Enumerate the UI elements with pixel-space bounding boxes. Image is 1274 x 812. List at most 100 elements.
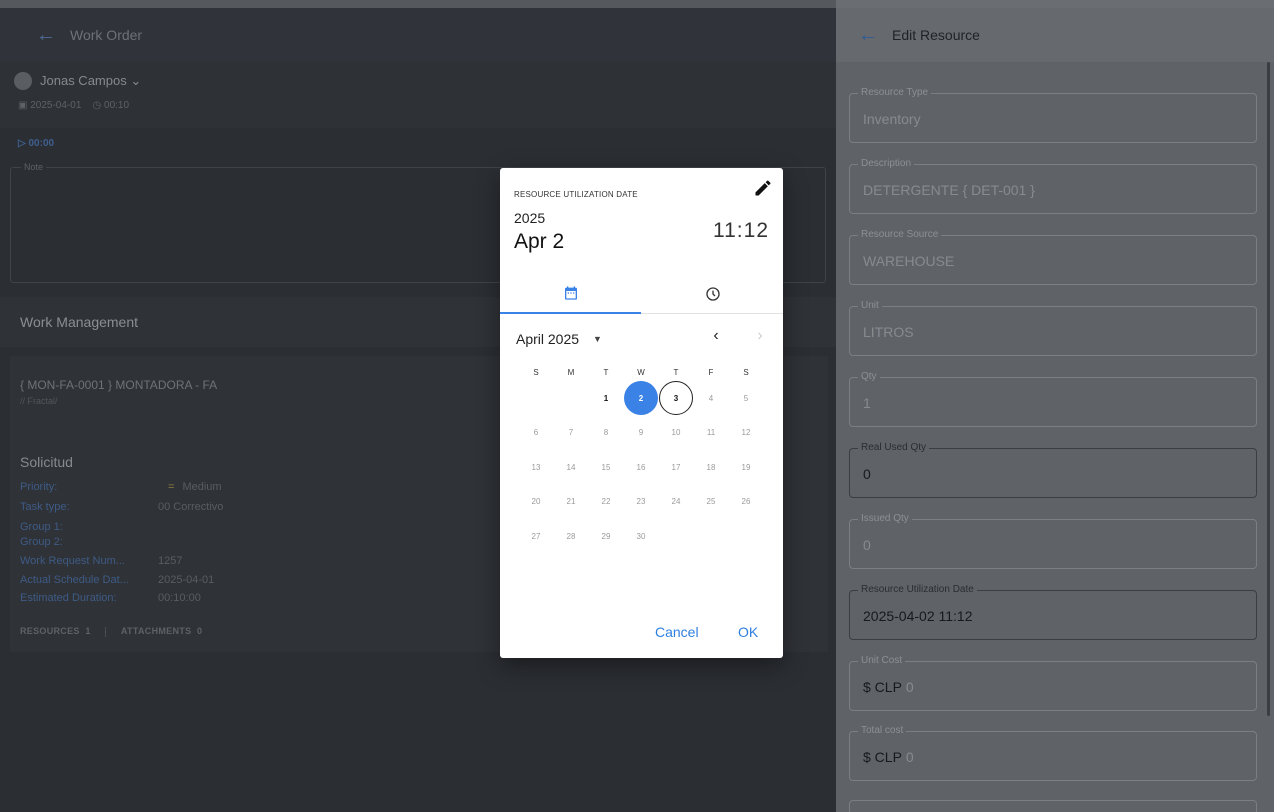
field-value: 00:10:00 <box>158 592 201 604</box>
calendar-day[interactable]: 12 <box>729 416 763 450</box>
calendar-day[interactable]: 10 <box>659 416 693 450</box>
unit-field[interactable]: Unit LITROS <box>849 300 1257 356</box>
next-month-button[interactable]: › <box>750 327 770 349</box>
field-group-2: Group 2: <box>20 536 158 548</box>
calendar-day[interactable]: 3 <box>659 381 693 415</box>
calendar-day[interactable]: 30 <box>624 519 658 553</box>
card-tabs: RESOURCES 1 ATTACHMENTS 0 <box>20 626 202 637</box>
previous-month-button[interactable]: ‹ <box>706 327 726 349</box>
tab-attachments[interactable]: ATTACHMENTS 0 <box>121 626 202 636</box>
back-arrow-icon[interactable]: ← <box>858 24 878 47</box>
calendar-day[interactable]: 25 <box>694 485 728 519</box>
total-cost-field[interactable]: Total cost $ CLP 0 <box>849 725 1257 781</box>
calendar-day[interactable]: 16 <box>624 450 658 484</box>
field-label: Issued Qty <box>858 513 912 524</box>
calendar-day[interactable]: 2 <box>624 381 658 415</box>
real-used-qty-field[interactable]: Real Used Qty 0 <box>849 442 1257 498</box>
field-task-type: Task type: 00 Correctivo <box>20 501 223 513</box>
field-label: Resource Source <box>858 229 942 240</box>
calendar-day[interactable]: 19 <box>729 450 763 484</box>
amount: 0 <box>905 749 914 765</box>
field-request-number: Work Request Num... 1257 <box>20 555 182 567</box>
calendar-day[interactable]: 17 <box>659 450 693 484</box>
date-time-picker-dialog: RESOURCE UTILIZATION DATE 2025 Apr 2 11:… <box>500 168 783 658</box>
calendar-day[interactable]: 21 <box>554 485 588 519</box>
selected-time[interactable]: 11:12 <box>713 219 769 243</box>
calendar-day[interactable]: 14 <box>554 450 588 484</box>
field-value: 2025-04-01 <box>158 574 215 586</box>
field-value: WAREHOUSE <box>863 253 955 269</box>
calendar-day[interactable]: 1 <box>589 381 623 415</box>
description-field[interactable]: Description DETERGENTE { DET-001 } <box>849 158 1257 214</box>
work-order-title: Work Order <box>70 27 143 43</box>
tab-resources[interactable]: RESOURCES 1 <box>20 626 93 636</box>
field-label: Actual Schedule Dat... <box>20 574 129 586</box>
assignee-name: Jonas Campos <box>40 73 127 88</box>
calendar-day[interactable]: 11 <box>694 416 728 450</box>
issued-qty-field[interactable]: Issued Qty 0 <box>849 513 1257 569</box>
resource-type-field[interactable]: Resource Type Inventory <box>849 87 1257 143</box>
weekday-label: F <box>708 367 714 377</box>
resource-utilization-date-field[interactable]: Resource Utilization Date 2025-04-02 11:… <box>849 584 1257 640</box>
month-label: April 2025 <box>516 331 580 347</box>
calendar-day[interactable]: 15 <box>589 450 623 484</box>
calendar-day[interactable]: 6 <box>519 416 553 450</box>
cancel-button[interactable]: Cancel <box>645 620 709 644</box>
calendar-day[interactable]: 4 <box>694 381 728 415</box>
selected-date[interactable]: Apr 2 <box>514 230 564 254</box>
month-selector[interactable]: April 2025 ▼ <box>516 331 602 347</box>
calendar-day[interactable]: 22 <box>589 485 623 519</box>
calendar-day[interactable]: 5 <box>729 381 763 415</box>
calendar-day[interactable]: 8 <box>589 416 623 450</box>
selected-year[interactable]: 2025 <box>514 210 545 226</box>
tab-time[interactable] <box>642 274 783 314</box>
clock-icon: ◷ <box>92 100 102 111</box>
calendar-day[interactable]: 23 <box>624 485 658 519</box>
currency-label: $ CLP <box>863 749 902 765</box>
assignee-dropdown[interactable]: Jonas Campos ⌄ <box>40 73 141 89</box>
weekday-label: T <box>673 367 679 377</box>
field-label: Work Request Num... <box>20 555 125 567</box>
qty-field[interactable]: Qty 1 <box>849 371 1257 427</box>
edit-resource-header: ← Edit Resource <box>836 0 1274 62</box>
field-value: 00 Correctivo <box>158 501 224 513</box>
schedule-date: 2025-04-01 <box>30 100 82 111</box>
unit-cost-field[interactable]: Unit Cost $ CLP 0 <box>849 655 1257 711</box>
scrollbar[interactable] <box>1267 62 1270 716</box>
calendar-day[interactable]: 28 <box>554 519 588 553</box>
timer[interactable]: ▷ 00:00 <box>18 138 54 149</box>
field-label: Task type: <box>20 501 70 513</box>
calendar-day[interactable]: 29 <box>589 519 623 553</box>
field-value: 1 <box>863 395 871 411</box>
ok-button[interactable]: OK <box>728 620 768 644</box>
timer-value: 00:00 <box>28 138 55 149</box>
chevron-down-icon: ⌄ <box>130 73 142 88</box>
field-label: Qty <box>858 371 880 382</box>
calendar-day[interactable]: 7 <box>554 416 588 450</box>
field-value: Inventory <box>863 111 921 127</box>
next-field[interactable] <box>849 800 1257 812</box>
field-value: $ CLP 0 <box>863 679 914 695</box>
field-label: Group 1: <box>20 521 63 533</box>
resource-source-field[interactable]: Resource Source WAREHOUSE <box>849 229 1257 285</box>
tab-date[interactable] <box>500 274 641 314</box>
field-label: Description <box>858 158 915 169</box>
field-value: 0 <box>863 537 871 553</box>
pencil-icon[interactable] <box>753 178 773 198</box>
calendar-day[interactable]: 9 <box>624 416 658 450</box>
dialog-label: RESOURCE UTILIZATION DATE <box>514 190 638 199</box>
priority-medium-icon: = <box>168 481 175 493</box>
calendar-day[interactable]: 27 <box>519 519 553 553</box>
calendar-day[interactable]: 18 <box>694 450 728 484</box>
picker-tabs <box>500 274 783 314</box>
calendar-day[interactable]: 26 <box>729 485 763 519</box>
back-arrow-icon[interactable]: ← <box>36 24 56 47</box>
field-label: Resource Type <box>858 87 932 98</box>
dropdown-arrow-icon: ▼ <box>593 334 602 344</box>
calendar-day[interactable]: 20 <box>519 485 553 519</box>
amount: 0 <box>905 679 914 695</box>
weekday-label: T <box>603 367 609 377</box>
calendar-day[interactable]: 24 <box>659 485 693 519</box>
calendar-day[interactable]: 13 <box>519 450 553 484</box>
field-label: Total cost <box>858 725 907 736</box>
